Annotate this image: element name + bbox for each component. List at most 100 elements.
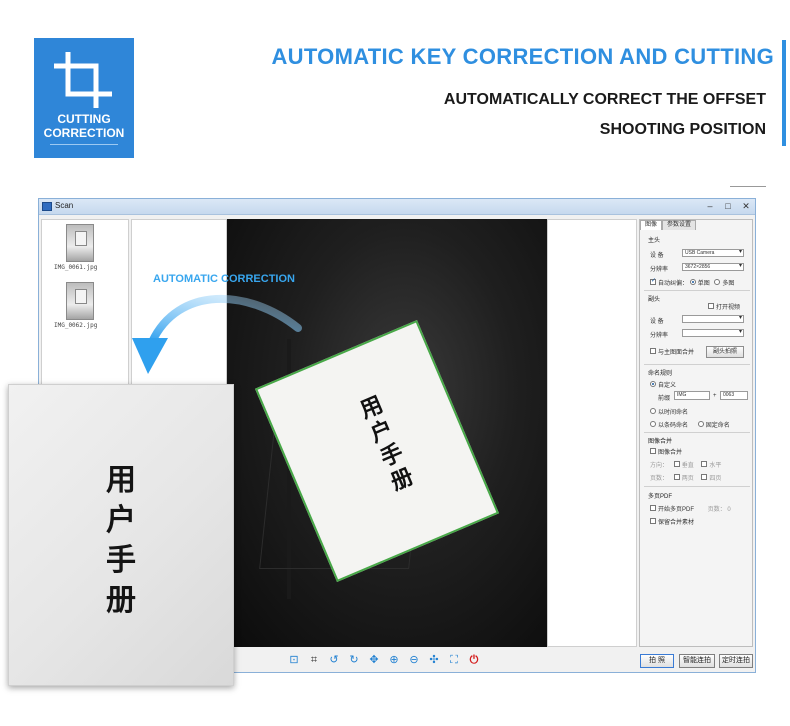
auto-crop-row: 自动纠偏： 单图 多图	[650, 277, 735, 287]
section-naming: 命名规则	[648, 371, 673, 377]
section-sub-camera: 副头	[648, 297, 661, 303]
time-name-radio[interactable]	[650, 408, 656, 415]
badge-divider	[50, 144, 118, 145]
app-icon	[42, 202, 52, 211]
merge-image-row: 图像合并	[650, 447, 682, 456]
crop-icon	[54, 52, 112, 108]
preview-right-margin	[547, 219, 637, 647]
four-pages-label: 四页	[709, 476, 722, 482]
window-title: Scan	[55, 201, 74, 210]
panel-divider	[644, 432, 750, 433]
window-titlebar[interactable]: Scan – □ ✕	[39, 199, 755, 215]
section-main-camera: 主头	[648, 238, 661, 244]
cutting-correction-badge: CUTTING CORRECTION	[34, 38, 134, 158]
keep-material-label: 保留合并素材	[658, 520, 695, 526]
power-icon[interactable]: ⏻	[467, 653, 481, 667]
multi-radio[interactable]	[714, 279, 721, 286]
document-text: 用户手册	[356, 391, 418, 496]
barcode-name-radio[interactable]	[650, 421, 656, 428]
merge-pages-label: 页数：	[650, 476, 669, 482]
zoom-out-icon[interactable]: ⊖	[407, 653, 421, 667]
custom-name-label: 自定义	[658, 383, 677, 389]
open-video-label: 打开视频	[716, 305, 741, 311]
two-pages-label: 两页	[681, 476, 694, 482]
pdf-pages-value: 0	[727, 507, 731, 513]
timed-capture-button[interactable]: 定时连拍	[719, 654, 753, 668]
multi-label: 多图	[722, 281, 735, 287]
accent-bar	[782, 40, 786, 146]
barcode-name-label: 以条码命名	[658, 423, 689, 429]
vertical-label: 垂直	[681, 463, 694, 469]
time-name-label: 以时间命名	[658, 410, 689, 416]
panel-divider	[644, 364, 750, 365]
panel-divider	[644, 486, 750, 487]
four-pages-checkbox[interactable]	[701, 474, 708, 481]
custom-name-radio[interactable]	[650, 381, 656, 388]
fixed-name-radio[interactable]	[697, 421, 704, 428]
expand-icon[interactable]: ✣	[427, 653, 441, 667]
sub-device-select[interactable]	[682, 315, 744, 323]
start-pdf-checkbox[interactable]	[650, 505, 656, 512]
section-multipage-pdf: 多页PDF	[648, 494, 673, 500]
fixed-name-label: 固定命名	[705, 423, 730, 429]
direction-row: 方向： 垂直 水平	[650, 460, 721, 469]
move-icon[interactable]: ✥	[367, 653, 381, 667]
thumbnail-label: IMG_0061.jpg	[54, 264, 98, 271]
merge-main-row: 与主图面合并	[650, 347, 694, 356]
sub-capture-button[interactable]: 副头拍照	[706, 346, 744, 358]
prefix-input[interactable]: IMG	[674, 391, 710, 400]
keep-material-checkbox[interactable]	[650, 518, 656, 525]
time-name-row: 以时间命名	[650, 407, 688, 416]
main-resolution-select[interactable]: 3672×2856	[682, 263, 744, 271]
sub-device-label: 设 备	[650, 319, 664, 325]
thumbnail-image[interactable]	[66, 282, 94, 320]
single-label: 单图	[697, 281, 710, 287]
rotate-right-icon[interactable]: ↻	[347, 653, 361, 667]
tab-parameters[interactable]: 参数设置	[662, 220, 697, 230]
vertical-checkbox[interactable]	[673, 461, 680, 468]
fullscreen-icon[interactable]: ⛶	[447, 653, 461, 667]
panel-divider	[644, 290, 750, 291]
curved-arrow-icon	[132, 295, 302, 374]
rotate-left-icon[interactable]: ↺	[327, 653, 341, 667]
preview-toolbar: ⊡ ⌗ ↺ ↻ ✥ ⊕ ⊖ ✣ ⛶ ⏻	[287, 653, 481, 667]
two-pages-checkbox[interactable]	[673, 474, 680, 481]
custom-name-row: 自定义	[650, 380, 676, 389]
keep-material-row: 保留合并素材	[650, 517, 694, 526]
main-device-select[interactable]: USB Camera	[682, 249, 744, 257]
close-button[interactable]: ✕	[741, 200, 751, 213]
merge-main-checkbox[interactable]	[650, 348, 656, 355]
thumbnail-label: IMG_0062.jpg	[54, 322, 98, 329]
main-resolution-label: 分辨率	[650, 267, 669, 273]
main-device-label: 设 备	[650, 253, 664, 259]
fit-icon[interactable]: ⊡	[287, 653, 301, 667]
tab-image[interactable]: 图像	[640, 220, 663, 230]
minimize-button[interactable]: –	[705, 200, 715, 213]
number-input[interactable]: 0063	[720, 391, 748, 400]
start-pdf-row: 开始多页PDF 页数： 0	[650, 504, 731, 513]
capture-button[interactable]: 拍 照	[640, 654, 674, 668]
thumbnail-image[interactable]	[66, 224, 94, 262]
cropped-document-text: 用户手册	[106, 463, 136, 618]
merge-image-label: 图像合并	[658, 450, 683, 456]
sub-resolution-label: 分辨率	[650, 333, 669, 339]
sub-resolution-select[interactable]	[682, 329, 744, 337]
auto-crop-checkbox[interactable]	[650, 277, 656, 286]
single-radio[interactable]	[689, 279, 696, 286]
merge-image-checkbox[interactable]	[650, 448, 656, 455]
maximize-button[interactable]: □	[723, 200, 733, 213]
open-video-row: 打开视频	[708, 302, 740, 311]
barcode-name-row: 以条码命名 固定命名	[650, 420, 730, 429]
cropped-document-result: 用户手册	[8, 384, 234, 686]
smart-capture-button[interactable]: 智能连拍	[679, 654, 715, 668]
zoom-in-icon[interactable]: ⊕	[387, 653, 401, 667]
horizontal-checkbox[interactable]	[701, 461, 708, 468]
open-video-checkbox[interactable]	[708, 303, 714, 310]
prefix-label: 前缀	[658, 396, 671, 402]
badge-label-cutting: CUTTING	[57, 112, 111, 126]
window-controls: – □ ✕	[705, 200, 751, 213]
badge-label-correction: CORRECTION	[43, 126, 125, 140]
merge-main-label: 与主图面合并	[658, 350, 695, 356]
start-pdf-label: 开始多页PDF	[658, 507, 695, 513]
crop-icon[interactable]: ⌗	[307, 653, 321, 667]
